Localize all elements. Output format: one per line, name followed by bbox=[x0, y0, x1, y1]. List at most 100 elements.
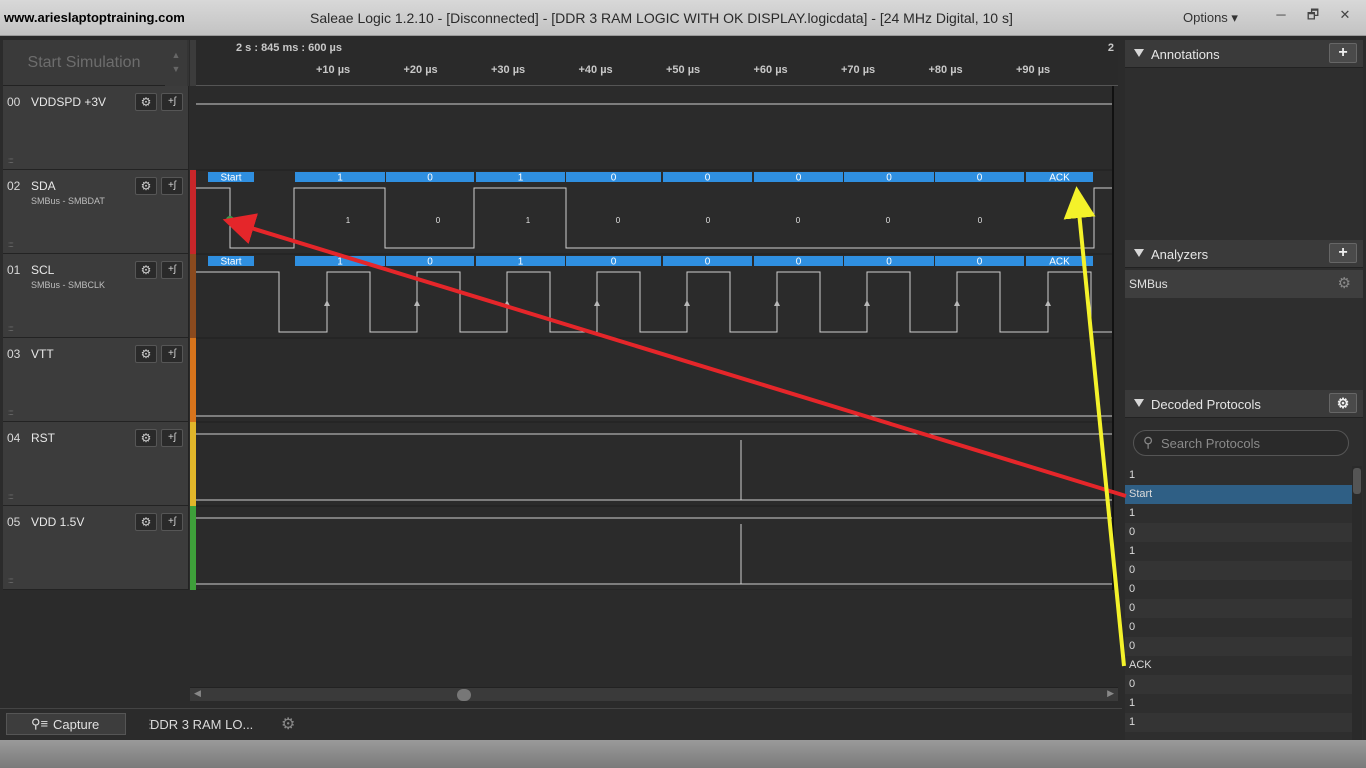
decoded-protocols-header[interactable]: Decoded Protocols ⚙ bbox=[1125, 390, 1363, 418]
sda-bit-value: 0 bbox=[886, 216, 891, 225]
decoded-list-item[interactable]: ACK bbox=[1125, 656, 1353, 675]
add-annotation-button[interactable]: + bbox=[1329, 43, 1357, 63]
annotations-header[interactable]: Annotations + bbox=[1125, 40, 1363, 68]
channel-trigger-button[interactable]: +ʃ bbox=[161, 177, 183, 195]
decoded-settings-button[interactable]: ⚙ bbox=[1329, 393, 1357, 413]
drag-grip-icon[interactable]: :::: bbox=[8, 324, 14, 333]
channel-settings-button[interactable]: ⚙ bbox=[135, 513, 157, 531]
channel-name[interactable]: VTT bbox=[31, 347, 54, 361]
scroll-left-icon[interactable]: ◀ bbox=[194, 688, 201, 699]
ruler-timestamp: 2 s : 845 ms : 600 µs bbox=[236, 42, 343, 54]
channel-settings-button[interactable]: ⚙ bbox=[135, 93, 157, 111]
ruler-tick-label: +80 µs bbox=[928, 64, 963, 76]
collapse-triangle-icon[interactable] bbox=[1134, 49, 1144, 57]
analyzers-header[interactable]: Analyzers + bbox=[1125, 240, 1363, 268]
channel-row[interactable]: 01 SCL SMBus - SMBCLK ⚙ +ʃ:::: bbox=[3, 254, 189, 338]
decoded-list-item[interactable]: 0 bbox=[1125, 523, 1353, 542]
channel-trigger-button[interactable]: +ʃ bbox=[161, 513, 183, 531]
title-bar: www.arieslaptoptraining.com Saleae Logic… bbox=[0, 0, 1366, 36]
channel-name[interactable]: VDDSPD +3V bbox=[31, 95, 106, 109]
channel-settings-button[interactable]: ⚙ bbox=[135, 345, 157, 363]
start-simulation-button[interactable]: Start Simulation bbox=[3, 40, 165, 86]
channel-number: 04 bbox=[7, 431, 21, 445]
horizontal-scroll-thumb[interactable] bbox=[457, 689, 471, 701]
trigger-icon: +ʃ bbox=[167, 516, 177, 527]
ruler-tick-label: +50 µs bbox=[666, 64, 701, 76]
channel-settings-button[interactable]: ⚙ bbox=[135, 177, 157, 195]
close-button[interactable]: ✕ bbox=[1330, 4, 1360, 26]
trigger-icon: +ʃ bbox=[167, 348, 177, 359]
decode-label-sda: 1 bbox=[518, 173, 524, 184]
decoded-list-item[interactable]: 1 bbox=[1125, 694, 1353, 713]
collapse-triangle-icon[interactable] bbox=[1134, 399, 1144, 407]
horizontal-scrollbar[interactable]: ◀ ▶ bbox=[190, 687, 1118, 701]
decoded-list-item[interactable]: 1 bbox=[1125, 542, 1353, 561]
clock-edge-marker bbox=[324, 300, 330, 306]
decode-label-scl: 0 bbox=[705, 257, 711, 268]
decode-label-scl: 1 bbox=[337, 257, 343, 268]
gear-icon[interactable]: ⚙ bbox=[1338, 274, 1351, 292]
search-placeholder: Search Protocols bbox=[1161, 436, 1260, 451]
waveform-area[interactable]: Start 1 0 1 0 0 0 0 0 ACK Start 1 0 1 0 0 0 0 0 ACK 1 0 1 0 0 0 0 0 bbox=[196, 86, 1118, 591]
channel-settings-button[interactable]: ⚙ bbox=[135, 429, 157, 447]
search-capture-icon: ⚲≡ bbox=[31, 716, 49, 731]
channel-trigger-button[interactable]: +ʃ bbox=[161, 93, 183, 111]
options-menu[interactable]: Options ▾ bbox=[1183, 10, 1238, 26]
decode-label-scl: 0 bbox=[886, 257, 892, 268]
decoded-list-item[interactable]: 0 bbox=[1125, 580, 1353, 599]
channel-trigger-button[interactable]: +ʃ bbox=[161, 261, 183, 279]
decoded-list-scrollbar[interactable] bbox=[1352, 466, 1362, 740]
decode-label-sda: 0 bbox=[796, 173, 802, 184]
decode-label-scl: Start bbox=[220, 257, 241, 268]
search-protocols-input[interactable]: ⚲ Search Protocols bbox=[1133, 430, 1349, 456]
channel-name[interactable]: VDD 1.5V bbox=[31, 515, 84, 529]
time-ruler[interactable]: 2 s : 845 ms : 600 µs 2 +10 µs +20 µs +30 … bbox=[196, 40, 1118, 86]
sda-signal bbox=[196, 187, 1112, 249]
channel-row[interactable]: 02 SDA SMBus - SMBDAT ⚙ +ʃ:::: bbox=[3, 170, 189, 254]
tab-file[interactable]: DDR 3 RAM LO... bbox=[150, 717, 253, 732]
decode-label-scl: 0 bbox=[796, 257, 802, 268]
channel-row[interactable]: 04 RST ⚙ +ʃ:::: bbox=[3, 422, 189, 506]
scroll-right-icon[interactable]: ▶ bbox=[1107, 688, 1114, 699]
restore-button[interactable]: 🗗 bbox=[1298, 4, 1328, 26]
drag-grip-icon[interactable]: :::: bbox=[8, 240, 14, 249]
drag-grip-icon[interactable]: :::: bbox=[8, 576, 14, 585]
gear-icon: ⚙ bbox=[140, 263, 152, 277]
channel-scroll-arrows[interactable]: ▲ ▼ bbox=[165, 40, 187, 86]
decoded-list-item[interactable]: 1 bbox=[1125, 504, 1353, 523]
ruler-tick-label: +30 µs bbox=[491, 64, 526, 76]
decoded-list-item[interactable]: 0 bbox=[1125, 618, 1353, 637]
channel-name[interactable]: SDA bbox=[31, 179, 56, 193]
minimize-button[interactable]: ─ bbox=[1266, 4, 1296, 26]
decoded-list-item[interactable]: 0 bbox=[1125, 599, 1353, 618]
decoded-protocols-title: Decoded Protocols bbox=[1151, 397, 1261, 412]
channel-trigger-button[interactable]: +ʃ bbox=[161, 429, 183, 447]
decoded-list-item[interactable]: 0 bbox=[1125, 561, 1353, 580]
drag-grip-icon[interactable]: :::: bbox=[8, 156, 14, 165]
trigger-icon: +ʃ bbox=[167, 432, 177, 443]
decoded-list-item[interactable]: 1 bbox=[1125, 466, 1353, 485]
channel-settings-button[interactable]: ⚙ bbox=[135, 261, 157, 279]
collapse-triangle-icon[interactable] bbox=[1134, 249, 1144, 257]
clock-edge-marker bbox=[594, 300, 600, 306]
clock-edge-marker bbox=[504, 300, 510, 306]
channel-row[interactable]: 00 VDDSPD +3V ⚙ +ʃ:::: bbox=[3, 86, 189, 170]
decoded-list-item[interactable]: Start bbox=[1125, 485, 1353, 504]
add-analyzer-button[interactable]: + bbox=[1329, 243, 1357, 263]
decoded-list-item[interactable]: 0 bbox=[1125, 637, 1353, 656]
decoded-list-item[interactable]: 0 bbox=[1125, 675, 1353, 694]
analyzer-item-smbus[interactable]: SMBus ⚙ bbox=[1125, 270, 1363, 298]
channel-name[interactable]: RST bbox=[31, 431, 55, 445]
channel-row[interactable]: 03 VTT ⚙ +ʃ:::: bbox=[3, 338, 189, 422]
decode-label-scl: 1 bbox=[518, 257, 524, 268]
channel-row[interactable]: 05 VDD 1.5V ⚙ +ʃ:::: bbox=[3, 506, 189, 590]
gear-icon: ⚙ bbox=[140, 515, 152, 529]
channel-trigger-button[interactable]: +ʃ bbox=[161, 345, 183, 363]
drag-grip-icon[interactable]: :::: bbox=[8, 408, 14, 417]
decoded-list-item[interactable]: 1 bbox=[1125, 713, 1353, 732]
channel-name[interactable]: SCL bbox=[31, 263, 54, 277]
drag-grip-icon[interactable]: :::: bbox=[8, 492, 14, 501]
tab-capture[interactable]: ⚲≡ Capture bbox=[6, 713, 126, 735]
decoded-list-scroll-thumb[interactable] bbox=[1353, 468, 1361, 494]
gear-icon[interactable]: ⚙ bbox=[281, 714, 295, 734]
